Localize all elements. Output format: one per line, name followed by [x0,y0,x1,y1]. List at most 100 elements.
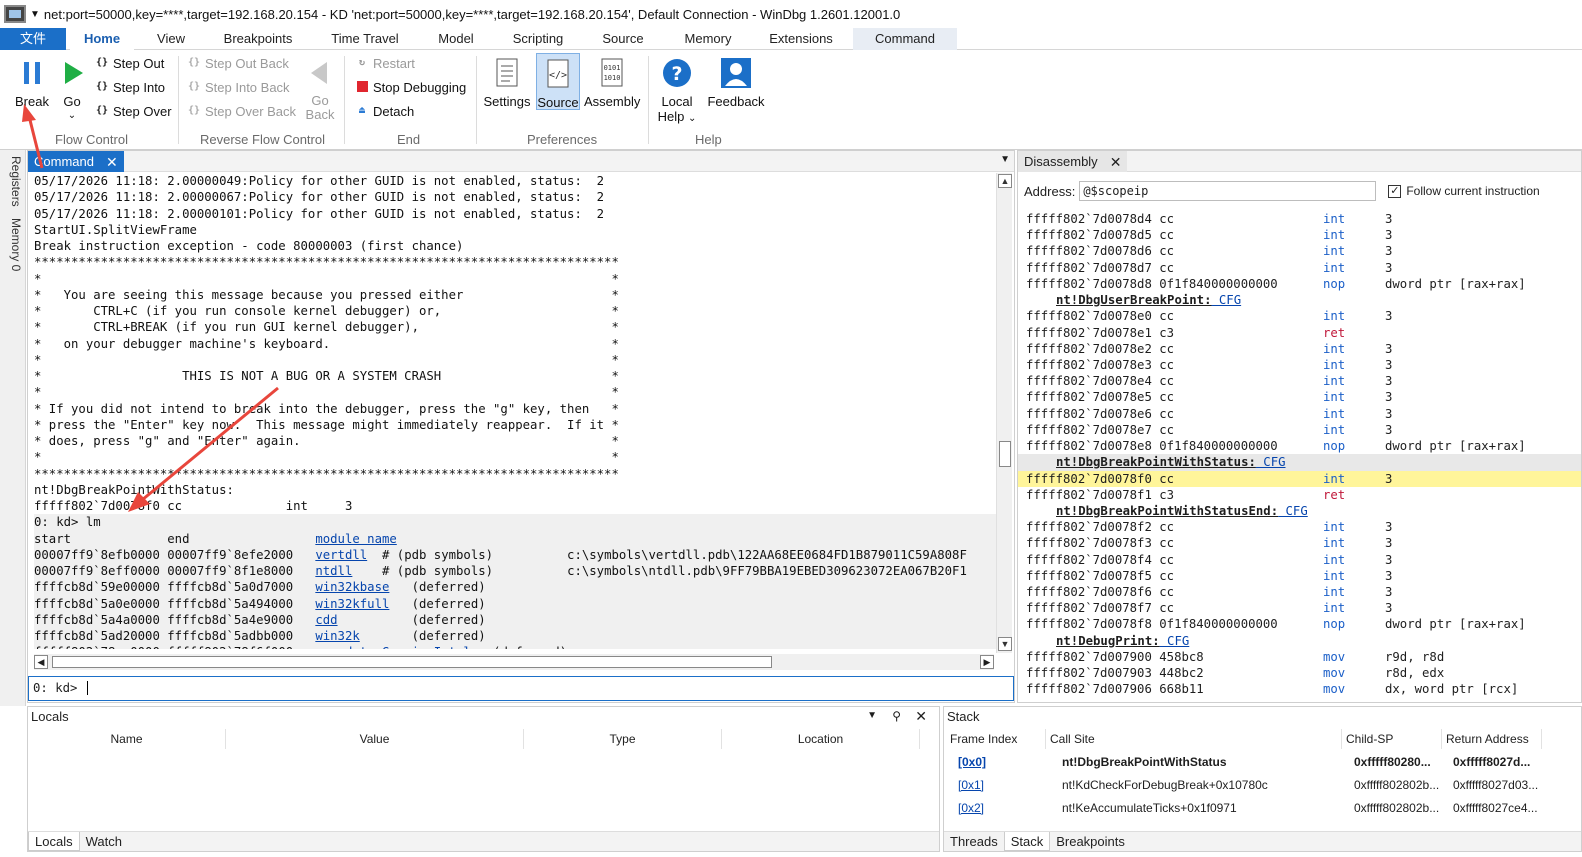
pin-icon[interactable]: ⚲ [892,709,901,723]
close-icon[interactable]: ✕ [915,708,927,725]
column-header-child-sp[interactable]: Child-SP [1344,729,1442,749]
address-label: Address: [1024,183,1076,199]
system-menu-chevron-icon[interactable]: ▼ [30,9,40,20]
command-vertical-scrollbar[interactable]: ▲ ▼ [996,173,1012,653]
close-icon[interactable]: ✕ [1110,155,1122,169]
command-output[interactable]: 05/17/2026 11:18: 2.00000049:Policy for … [34,173,996,649]
command-horizontal-scrollbar[interactable]: ◀ ▶ [34,654,994,670]
column-header-call-site[interactable]: Call Site [1048,729,1342,749]
column-header-value[interactable]: Value [226,729,524,749]
disasm-mnemonic: mov [1323,666,1346,681]
tab-stack[interactable]: Stack [1003,832,1051,851]
tab-threads[interactable]: Threads [944,832,1004,851]
frame-index-link[interactable]: [0x1] [958,774,984,796]
cfg-link[interactable]: CFG [1211,293,1241,307]
command-tab[interactable]: Command ✕ [28,151,124,172]
tab-time-travel[interactable]: Time Travel [322,28,408,50]
disasm-operands: 3 [1385,260,1393,275]
stack-frame-row[interactable]: [0x2] nt!KeAccumulateTicks+0x1f0971 0xffff… [944,797,1582,819]
module-link[interactable]: vertdll [315,548,367,562]
output-line: ****************************************… [34,255,619,270]
disasm-line: fffff802`7d0078e5 cc int 3 [1018,389,1581,405]
stack-frame-row[interactable]: [0x0] nt!DbgBreakPointWithStatus 0xfffff80… [944,751,1582,773]
disasm-address-bytes: fffff802`7d0078f0 cc [1026,471,1175,486]
close-icon[interactable]: ✕ [106,155,118,169]
settings-button[interactable]: Settings [482,56,532,109]
tab-file[interactable]: 文件 [0,28,66,50]
tab-breakpoints[interactable]: Breakpoints [214,28,302,50]
feedback-person-icon [719,56,753,90]
stack-frame-row[interactable]: [0x1] nt!KdCheckForDebugBreak+0x10780c 0xf… [944,774,1582,796]
scroll-up-arrow-icon[interactable]: ▲ [998,174,1012,188]
tab-locals[interactable]: Locals [28,832,80,851]
detach-button[interactable]: ⏏ Detach [354,100,414,122]
go-back-button[interactable]: Go Back [302,56,338,122]
assembly-button[interactable]: 0101 1010 Assembly [584,56,640,109]
cfg-link[interactable]: CFG [1160,634,1189,648]
module-link[interactable]: win32k [315,629,359,643]
scroll-left-arrow-icon[interactable]: ◀ [34,655,48,669]
lm-end: fffff802`78f6f000 [167,645,315,649]
lm-header-start: start [34,531,168,546]
follow-current-instruction-checkbox[interactable]: ✓ [1388,184,1402,198]
locals-title: Locals [31,709,69,724]
panel-menu-chevron-icon[interactable]: ▼ [1000,154,1010,165]
disassembly-listing[interactable]: fffff802`7d0078d4 cc int 3 fffff802`7d0078d… [1018,211,1581,701]
step-over-back-button[interactable]: {} Step Over Back [186,100,296,122]
step-into-back-button[interactable]: {} Step Into Back [186,76,290,98]
tab-source[interactable]: Source [592,28,654,50]
source-button[interactable]: </> Source [536,53,580,110]
output-line: ****************************************… [34,466,619,481]
lm-header-module-name[interactable]: module name [315,532,396,546]
stop-debugging-button[interactable]: Stop Debugging [354,76,466,98]
feedback-button[interactable]: Feedback [706,56,766,109]
step-out-back-button[interactable]: {} Step Out Back [186,52,289,74]
command-input[interactable]: 0: kd> ​ [28,676,1014,701]
step-over-button[interactable]: {} Step Over [94,100,172,122]
cfg-link[interactable]: CFG [1256,455,1285,469]
tab-home[interactable]: Home [70,28,134,50]
tab-breakpoints-panel[interactable]: Breakpoints [1050,832,1131,851]
column-header-type[interactable]: Type [524,729,722,749]
restart-button[interactable]: ↻ Restart [354,52,415,74]
go-button[interactable]: Go ⌄ [56,56,88,123]
column-header-name[interactable]: Name [28,729,226,749]
windbg-app-icon[interactable] [4,5,26,23]
output-line: 05/17/2026 11:18: 2.00000049:Policy for … [34,174,605,188]
disassembly-tab[interactable]: Disassembly ✕ [1018,151,1128,172]
tab-command[interactable]: Command [853,28,957,50]
tab-watch[interactable]: Watch [80,832,128,851]
module-link[interactable]: mcupdate_GenuineIntel [315,645,470,649]
tab-memory[interactable]: Memory [673,28,743,50]
scroll-right-arrow-icon[interactable]: ▶ [980,655,994,669]
side-tab-memory-0[interactable]: Memory 0 [3,218,23,271]
column-header-location[interactable]: Location [722,729,920,749]
local-help-label-text: Help [657,109,685,124]
frame-index-link[interactable]: [0x2] [958,797,984,819]
module-link[interactable]: win32kfull [315,597,389,611]
tab-scripting[interactable]: Scripting [503,28,573,50]
local-help-button[interactable]: ? Local Help ⌄ [656,56,698,126]
side-tab-registers[interactable]: Registers [3,156,23,207]
tab-extensions[interactable]: Extensions [760,28,842,50]
horizontal-scrollbar-thumb[interactable] [52,656,772,668]
column-header-return-address[interactable]: Return Address [1444,729,1542,749]
frame-index-link[interactable]: [0x0] [958,751,986,773]
column-header-frame-index[interactable]: Frame Index [948,729,1046,749]
scroll-down-arrow-icon[interactable]: ▼ [998,637,1012,651]
cfg-link[interactable]: CFG [1278,504,1308,518]
address-input[interactable]: @$scopeip [1079,181,1377,201]
module-link[interactable]: win32kbase [315,580,389,594]
step-out-button[interactable]: {} Step Out [94,52,164,74]
scrollbar-thumb[interactable] [999,441,1011,467]
step-into-button[interactable]: {} Step Into [94,76,165,98]
module-link[interactable]: cdd [315,613,337,627]
tab-model[interactable]: Model [426,28,486,50]
tab-view[interactable]: View [146,28,196,50]
go-dropdown-chevron-icon[interactable]: ⌄ [56,109,88,123]
lm-start: ffffcb8d`59e00000 [34,580,168,595]
lm-end: 00007ff9`8f1e8000 [167,564,316,578]
panel-menu-chevron-icon[interactable]: ▼ [867,710,877,721]
break-button[interactable]: Break [10,56,54,109]
module-link[interactable]: ntdll [315,564,352,578]
